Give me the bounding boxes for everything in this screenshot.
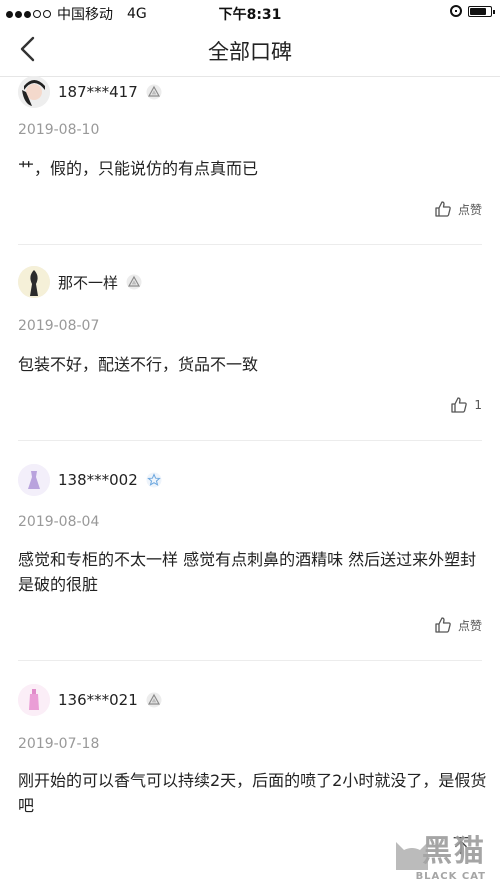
review-text: 刚开始的可以香气可以持续2天，后面的喷了2小时就没了，是假货吧 [18,771,487,815]
like-label: 点赞 [457,202,482,217]
review-user[interactable]: 那不一样 [18,266,142,298]
avatar[interactable] [18,76,50,108]
status-time: 下午8:31 [218,7,282,23]
username: 138***002 [58,471,138,489]
like-label: 点赞 [457,618,482,633]
divider [18,244,482,245]
member-level-icon [146,692,162,708]
review-user[interactable]: 187***417 [18,76,162,108]
review-user[interactable]: 138***002 [18,464,162,496]
like-button[interactable]: 点赞 [434,200,482,218]
like-count: 1 [474,398,482,412]
page-title: 全部口碑 [208,40,292,64]
review-text: 包装不好，配送不行，货品不一致 [18,355,259,374]
member-level-icon [146,84,162,100]
watermark-subtext: BLACK CAT [415,871,486,882]
avatar[interactable] [18,464,50,496]
thumbs-up-icon [435,617,451,633]
member-level-icon [126,274,142,290]
username: 那不一样 [58,273,119,292]
username: 136***021 [58,691,138,709]
thumbs-up-icon [451,397,468,413]
thumbs-up-icon [435,201,451,217]
divider [18,440,482,441]
watermark-text: 黑猫 [422,834,486,869]
review-user[interactable]: 136***021 [18,684,162,716]
battery-icon [468,5,495,17]
review-item: 那不一样 2019-08-07 包装不好，配送不行，货品不一致 1 [0,266,500,438]
review-date: 2019-08-10 [18,122,100,138]
review-text: 艹，假的，只能说仿的有点真而已 [18,159,259,178]
review-text: 感觉和专柜的不太一样 感觉有点刺鼻的酒精味 然后送过来外塑封是破的很脏 [18,550,477,594]
review-date: 2019-07-18 [18,736,100,752]
review-date: 2019-08-04 [18,514,100,530]
divider [18,660,482,661]
review-date: 2019-08-07 [18,318,100,334]
status-bar: 中国移动 4G 下午8:31 [0,0,500,24]
member-star-icon [146,472,162,488]
like-button[interactable]: 点赞 [434,616,482,634]
black-cat-watermark: 黑猫 BLACK CAT [390,818,492,888]
avatar[interactable] [18,684,50,716]
avatar[interactable] [18,266,50,298]
nav-bar: 全部口碑 [0,24,500,77]
username: 187***417 [58,83,138,101]
status-right [450,5,495,17]
like-button[interactable]: 1 [450,396,482,414]
review-item: 138***002 2019-08-04 感觉和专柜的不太一样 感觉有点刺鼻的酒… [0,462,500,658]
rotation-lock-icon [450,5,462,17]
review-item: 187***417 2019-08-10 艹，假的，只能说仿的有点真而已 点赞 [0,72,500,244]
